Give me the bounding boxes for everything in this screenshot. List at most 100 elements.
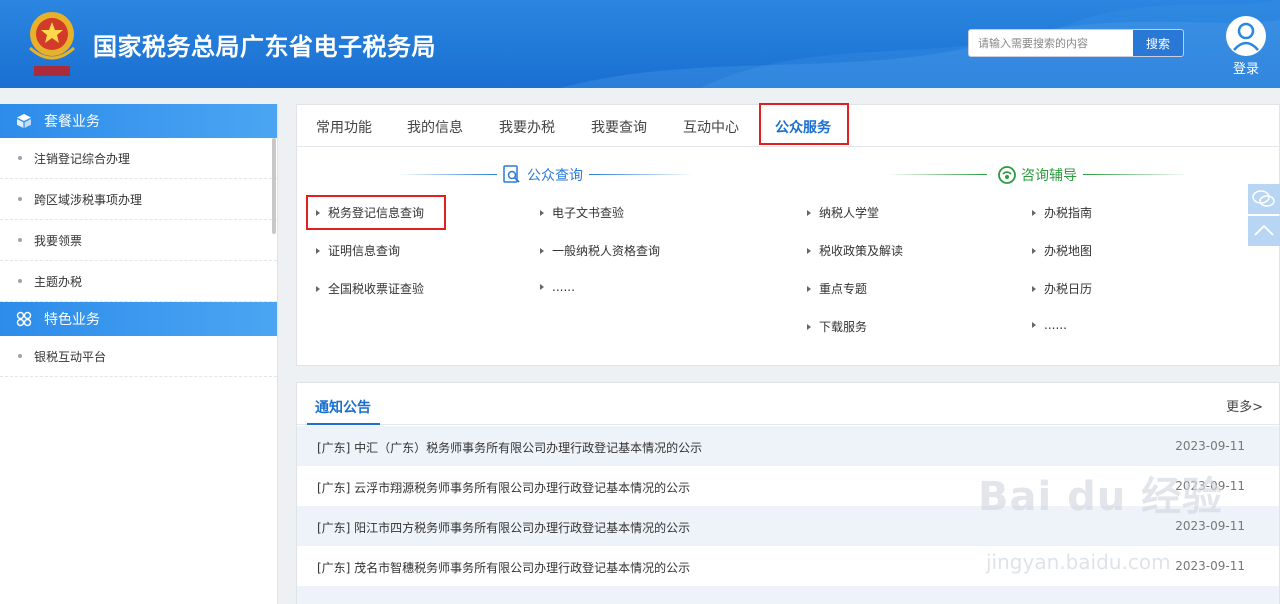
user-avatar-icon[interactable]	[1226, 16, 1266, 56]
link-label[interactable]: ......	[552, 280, 575, 294]
tab-my-info[interactable]: 我的信息	[407, 117, 463, 137]
sidebar-section-special[interactable]: 特色业务	[0, 302, 277, 336]
arrow-right-icon	[807, 285, 811, 292]
bullet-icon	[18, 238, 22, 242]
link-label[interactable]: 纳税人学堂	[819, 206, 879, 220]
link-more-consult[interactable]: ......	[1032, 318, 1067, 332]
sidebar-item-label: 跨区域涉税事项办理	[34, 192, 143, 207]
link-label[interactable]: 办税指南	[1044, 206, 1092, 220]
tax-emblem-logo	[22, 8, 82, 80]
link-label[interactable]: 证明信息查询	[328, 244, 400, 258]
bullet-icon	[18, 279, 22, 283]
link-label[interactable]: 办税地图	[1044, 244, 1092, 258]
notice-date: 2023-09-11	[1175, 559, 1245, 573]
divider-line	[397, 174, 497, 175]
sidebar-item-cross-region[interactable]: 跨区域涉税事项办理	[0, 179, 277, 220]
arrow-right-icon	[316, 285, 320, 292]
link-general-taxpayer-query[interactable]: 一般纳税人资格查询	[540, 242, 660, 259]
sidebar-section-title: 特色业务	[44, 312, 100, 328]
link-label[interactable]: 一般纳税人资格查询	[552, 244, 660, 258]
notice-row-partial	[297, 586, 1279, 604]
sidebar-item-label: 银税互动平台	[34, 349, 107, 364]
notice-tab-underline	[307, 423, 380, 425]
link-tax-policy[interactable]: 税收政策及解读	[807, 242, 903, 259]
link-taxpayer-school[interactable]: 纳税人学堂	[807, 204, 879, 221]
more-link[interactable]: 更多>	[1226, 396, 1263, 415]
baidu-watermark-url: jingyan.baidu.com	[986, 550, 1171, 574]
notice-title[interactable]: 通知公告	[315, 397, 371, 417]
link-label[interactable]: 办税日历	[1044, 282, 1092, 296]
top-header: 国家税务总局广东省电子税务局 搜索 登录	[0, 0, 1280, 88]
link-e-document-verify[interactable]: 电子文书查验	[540, 204, 624, 221]
tab-common[interactable]: 常用功能	[316, 117, 372, 137]
arrow-right-icon	[540, 247, 544, 254]
sidebar-item-deregistration[interactable]: 注销登记综合办理	[0, 138, 277, 179]
divider-line	[1083, 174, 1188, 175]
tab-query[interactable]: 我要查询	[591, 117, 647, 137]
link-label[interactable]: 重点专题	[819, 282, 867, 296]
bullet-icon	[18, 354, 22, 358]
highlight-box	[306, 195, 446, 230]
chevron-up-icon	[1254, 224, 1274, 236]
tab-bar: 常用功能 我的信息 我要办税 我要查询 互动中心 公众服务	[297, 103, 1279, 147]
chat-float-button[interactable]	[1248, 184, 1280, 214]
link-download-service[interactable]: 下载服务	[807, 318, 867, 335]
sidebar-section-package[interactable]: 套餐业务	[0, 104, 277, 138]
login-label[interactable]: 登录	[1224, 58, 1268, 77]
cube-icon	[17, 114, 31, 128]
sidebar-item-bank-tax[interactable]: 银税互动平台	[0, 336, 277, 377]
notice-text[interactable]: [广东] 阳江市四方税务师事务所有限公司办理行政登记基本情况的公示	[317, 519, 690, 536]
notice-text[interactable]: [广东] 云浮市翔源税务师事务所有限公司办理行政登记基本情况的公示	[317, 479, 690, 496]
arrow-right-icon	[1032, 209, 1036, 216]
bullet-icon	[18, 156, 22, 160]
login-button[interactable]: 登录	[1224, 16, 1268, 77]
search-box: 搜索	[968, 29, 1184, 57]
sidebar-item-label: 我要领票	[34, 233, 83, 248]
tab-do-tax[interactable]: 我要办税	[499, 117, 555, 137]
link-tax-guide[interactable]: 办税指南	[1032, 204, 1092, 221]
sidebar-section-title: 套餐业务	[44, 114, 100, 130]
arrow-right-icon	[807, 209, 811, 216]
arrow-right-icon	[807, 247, 811, 254]
divider-line	[589, 174, 694, 175]
consult-icon	[998, 166, 1016, 184]
sidebar-item-theme-tax[interactable]: 主题办税	[0, 261, 277, 302]
sidebar-item-get-invoice[interactable]: 我要领票	[0, 220, 277, 261]
link-tax-map[interactable]: 办税地图	[1032, 242, 1092, 259]
arrow-right-icon	[1032, 247, 1036, 254]
sidebar-scrollbar[interactable]	[272, 138, 276, 234]
baidu-watermark: Bai du 经验	[978, 474, 1224, 520]
site-title: 国家税务总局广东省电子税务局	[93, 33, 436, 61]
highlight-box	[759, 103, 849, 145]
link-label[interactable]: ......	[1044, 318, 1067, 332]
arrow-right-icon	[540, 283, 544, 290]
link-receipt-verify[interactable]: 全国税收票证查验	[316, 280, 424, 297]
search-input[interactable]	[969, 30, 1134, 56]
service-panel: 常用功能 我的信息 我要办税 我要查询 互动中心 公众服务 公众查询 咨询辅导 …	[296, 103, 1280, 366]
sidebar: 套餐业务 注销登记综合办理 跨区域涉税事项办理 我要领票 主题办税 特色业务 银…	[0, 104, 278, 604]
notice-text[interactable]: [广东] 中汇（广东）税务师事务所有限公司办理行政登记基本情况的公示	[317, 439, 702, 456]
grid-icon	[16, 311, 32, 327]
arrow-right-icon	[540, 209, 544, 216]
link-tax-calendar[interactable]: 办税日历	[1032, 280, 1092, 297]
arrow-right-icon	[1032, 321, 1036, 328]
link-certificate-query[interactable]: 证明信息查询	[316, 242, 400, 259]
bullet-icon	[18, 197, 22, 201]
link-label[interactable]: 全国税收票证查验	[328, 282, 424, 296]
consult-heading: 咨询辅导	[997, 165, 1077, 185]
public-query-title: 公众查询	[527, 168, 583, 184]
notice-text[interactable]: [广东] 茂名市智穗税务师事务所有限公司办理行政登记基本情况的公示	[317, 559, 690, 576]
link-label[interactable]: 电子文书查验	[552, 206, 624, 220]
back-to-top-button[interactable]	[1248, 216, 1280, 246]
divider-line	[887, 174, 987, 175]
tab-interaction[interactable]: 互动中心	[683, 117, 739, 137]
sidebar-item-label: 注销登记综合办理	[34, 151, 131, 166]
link-key-topics[interactable]: 重点专题	[807, 280, 867, 297]
notice-header: 通知公告 更多>	[297, 383, 1279, 425]
link-label[interactable]: 下载服务	[819, 320, 867, 334]
link-more-query[interactable]: ......	[540, 280, 575, 294]
arrow-right-icon	[1032, 285, 1036, 292]
search-button[interactable]: 搜索	[1133, 30, 1183, 56]
link-label[interactable]: 税收政策及解读	[819, 244, 903, 258]
notice-row[interactable]: [广东] 中汇（广东）税务师事务所有限公司办理行政登记基本情况的公示 2023-…	[297, 426, 1279, 466]
